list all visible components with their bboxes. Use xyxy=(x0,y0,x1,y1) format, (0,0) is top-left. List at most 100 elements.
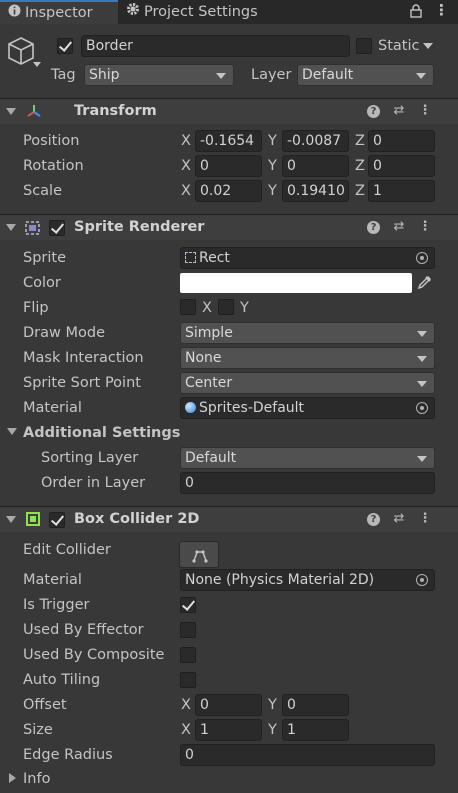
component-title: Sprite Renderer xyxy=(74,219,205,235)
axis-x-label[interactable]: X xyxy=(181,131,191,151)
help-icon[interactable]: ? xyxy=(367,105,380,118)
is-trigger-checkbox[interactable] xyxy=(180,597,196,613)
static-checkbox[interactable] xyxy=(356,38,372,54)
transform-header[interactable]: Transform ? ⇄ ⋮ xyxy=(0,98,458,124)
object-picker-icon[interactable] xyxy=(416,402,428,414)
sprite-asset-icon xyxy=(185,251,196,263)
additional-settings-label[interactable]: Additional Settings xyxy=(23,423,180,443)
chevron-down-icon xyxy=(216,73,226,79)
axis-z-label[interactable]: Z xyxy=(355,181,365,201)
physics-material-object-field[interactable]: None (Physics Material 2D) xyxy=(180,569,435,591)
axis-y-label[interactable]: Y xyxy=(268,695,277,715)
rotation-y-field[interactable]: 0 xyxy=(282,155,349,177)
sorting-layer-dropdown[interactable]: Default xyxy=(180,447,435,469)
flip-x-checkbox[interactable] xyxy=(180,299,196,315)
flip-label: Flip xyxy=(23,300,49,316)
help-icon[interactable]: ? xyxy=(367,221,380,234)
tab-project-settings[interactable]: Project Settings xyxy=(126,0,276,24)
kebab-menu-icon[interactable]: ⋮ xyxy=(434,1,449,19)
axis-y-label[interactable]: Y xyxy=(268,131,277,151)
flip-x-label: X xyxy=(202,300,212,316)
help-icon[interactable]: ? xyxy=(367,513,380,526)
tag-label: Tag xyxy=(51,67,76,83)
active-checkbox[interactable] xyxy=(57,38,73,54)
sprite-renderer-enabled-checkbox[interactable] xyxy=(49,220,65,236)
transform-icon xyxy=(25,103,43,123)
size-y-field[interactable]: 1 xyxy=(282,719,349,741)
position-y-field[interactable]: -0.0087 xyxy=(282,130,349,152)
position-z-field[interactable]: 0 xyxy=(368,130,435,152)
info-icon xyxy=(8,2,21,24)
material-object-field[interactable]: Sprites-Default xyxy=(180,397,435,419)
auto-tiling-checkbox[interactable] xyxy=(180,672,196,688)
foldout-arrow-icon[interactable] xyxy=(9,773,16,783)
axis-x-label[interactable]: X xyxy=(181,720,191,740)
material-label: Material xyxy=(23,400,82,416)
box-collider-enabled-checkbox[interactable] xyxy=(49,512,65,528)
tag-value: Ship xyxy=(89,67,120,83)
scale-x-field[interactable]: 0.02 xyxy=(195,180,262,202)
cube-dropdown-arrow-icon[interactable] xyxy=(33,62,41,67)
sprite-renderer-header[interactable]: Sprite Renderer ? ⇄ ⋮ xyxy=(0,214,458,240)
axis-x-label[interactable]: X xyxy=(181,156,191,176)
axis-y-label[interactable]: Y xyxy=(268,720,277,740)
layer-dropdown[interactable]: Default xyxy=(297,64,434,86)
used-by-effector-checkbox[interactable] xyxy=(180,622,196,638)
box-collider-header[interactable]: Box Collider 2D ? ⇄ ⋮ xyxy=(0,506,458,532)
material-value: Sprites-Default xyxy=(199,400,305,416)
eyedropper-icon[interactable] xyxy=(415,274,433,296)
order-in-layer-field[interactable]: 0 xyxy=(180,472,435,494)
scale-z-field[interactable]: 1 xyxy=(368,180,435,202)
size-x-field[interactable]: 1 xyxy=(195,719,262,741)
sprite-sort-point-dropdown[interactable]: Center xyxy=(180,372,435,394)
static-label[interactable]: Static xyxy=(378,36,419,56)
axis-x-label[interactable]: X xyxy=(181,181,191,201)
offset-x-field[interactable]: 0 xyxy=(195,694,262,716)
is-trigger-label: Is Trigger xyxy=(23,597,90,613)
lock-icon[interactable] xyxy=(410,4,422,22)
presets-icon[interactable]: ⇄ xyxy=(392,220,406,234)
draw-mode-dropdown[interactable]: Simple xyxy=(180,322,435,344)
axis-y-label[interactable]: Y xyxy=(268,156,277,176)
used-by-composite-checkbox[interactable] xyxy=(180,647,196,663)
kebab-menu-icon[interactable]: ⋮ xyxy=(418,512,432,526)
flip-y-checkbox[interactable] xyxy=(218,299,234,315)
position-x-field[interactable]: -0.1654 xyxy=(195,130,262,152)
sprite-renderer-icon xyxy=(24,220,41,240)
material-sphere-icon xyxy=(185,401,196,413)
chevron-down-icon xyxy=(417,456,427,462)
object-picker-icon[interactable] xyxy=(416,252,428,264)
info-foldout-label[interactable]: Info xyxy=(23,769,50,789)
foldout-arrow-icon[interactable] xyxy=(6,108,16,115)
edit-collider-button[interactable] xyxy=(179,541,219,568)
rotation-x-field[interactable]: 0 xyxy=(195,155,262,177)
tag-dropdown[interactable]: Ship xyxy=(84,64,234,86)
rotation-z-field[interactable]: 0 xyxy=(368,155,435,177)
physics-material-value: None (Physics Material 2D) xyxy=(185,572,375,588)
axis-z-label[interactable]: Z xyxy=(355,131,365,151)
mask-interaction-dropdown[interactable]: None xyxy=(180,347,435,369)
presets-icon[interactable]: ⇄ xyxy=(392,104,406,118)
object-name-field[interactable]: Border xyxy=(81,35,350,57)
foldout-arrow-icon[interactable] xyxy=(6,224,16,231)
kebab-menu-icon[interactable]: ⋮ xyxy=(418,220,432,234)
offset-y-field[interactable]: 0 xyxy=(282,694,349,716)
axis-y-label[interactable]: Y xyxy=(268,181,277,201)
chevron-down-icon xyxy=(417,331,427,337)
scale-y-field[interactable]: 0.19410 xyxy=(282,180,349,202)
color-swatch[interactable] xyxy=(180,273,412,293)
axis-x-label[interactable]: X xyxy=(181,695,191,715)
object-picker-icon[interactable] xyxy=(416,574,428,586)
foldout-arrow-icon[interactable] xyxy=(7,428,17,435)
edge-radius-field[interactable]: 0 xyxy=(180,744,435,766)
foldout-arrow-icon[interactable] xyxy=(6,516,16,523)
presets-icon[interactable]: ⇄ xyxy=(392,512,406,526)
kebab-menu-icon[interactable]: ⋮ xyxy=(418,104,432,118)
tab-inspector[interactable]: Inspector xyxy=(0,0,118,24)
order-in-layer-label: Order in Layer xyxy=(41,475,146,491)
gameobject-cube-icon[interactable] xyxy=(6,36,36,70)
static-dropdown-arrow-icon[interactable] xyxy=(423,43,433,49)
axis-z-label[interactable]: Z xyxy=(355,156,365,176)
used-by-effector-label: Used By Effector xyxy=(23,622,144,638)
sprite-object-field[interactable]: Rect xyxy=(180,247,435,269)
